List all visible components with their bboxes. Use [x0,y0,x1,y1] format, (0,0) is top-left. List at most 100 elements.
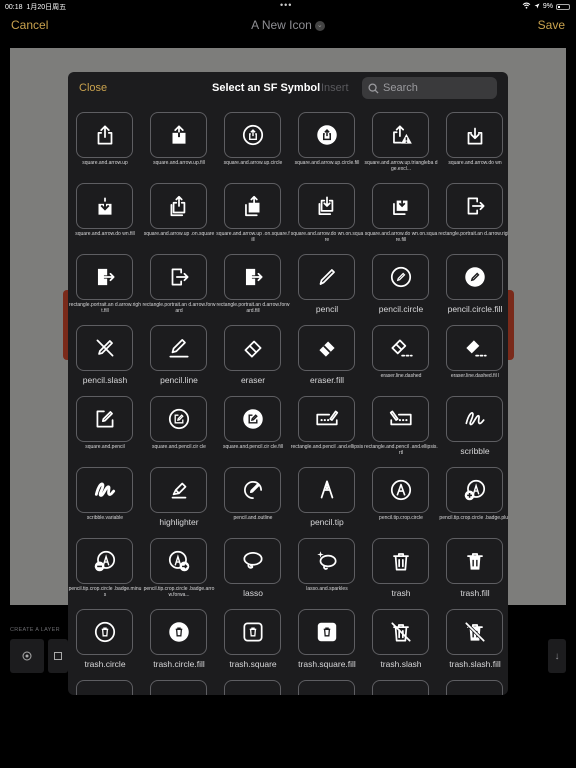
symbol-tile[interactable] [372,396,429,442]
symbol-cell[interactable]: pencil [292,254,366,325]
symbol-tile[interactable] [224,112,281,158]
symbol-cell[interactable]: square.and.arrow.up.circle [218,112,292,183]
symbol-cell[interactable]: lasso.and.sparkles [292,538,366,609]
symbol-tile[interactable] [298,609,355,655]
symbol-tile[interactable] [446,609,503,655]
symbol-cell[interactable]: rectangle.and.pencil .and.ellipsis.rtl [364,396,440,467]
symbol-cell[interactable]: square.and.pencil.cir cle.fill [218,396,292,467]
symbol-cell[interactable]: eraser.line.dashed.fil l [440,325,508,396]
symbol-cell[interactable]: square.and.pencil.cir cle [144,396,218,467]
symbol-tile[interactable] [76,396,133,442]
symbol-cell[interactable]: eraser [218,325,292,396]
symbol-cell[interactable]: square.and.pencil [70,396,144,467]
symbol-cell[interactable]: pencil.and.outline [218,467,292,538]
symbol-tile[interactable] [150,680,207,695]
symbol-tile[interactable] [372,680,429,695]
symbol-tile[interactable] [150,467,207,513]
symbol-tile[interactable] [298,396,355,442]
symbol-tile[interactable] [298,254,355,300]
symbol-tile[interactable] [224,396,281,442]
symbol-cell[interactable]: square.and.arrow.do wn.on.square.fill [365,183,440,254]
symbol-tile[interactable] [446,325,503,371]
symbol-cell[interactable]: lasso [218,538,292,609]
symbol-tile[interactable] [298,183,355,229]
arrow-down-icon[interactable]: ↓ [548,639,566,673]
symbol-tile[interactable] [224,254,281,300]
symbol-cell[interactable] [144,680,218,695]
symbol-cell[interactable]: scribble.variable [70,467,144,538]
symbol-cell[interactable]: pencil.line [144,325,218,396]
symbol-tile[interactable] [446,183,503,229]
symbol-cell[interactable]: trash.fill [440,538,508,609]
symbol-tile[interactable] [76,183,133,229]
symbol-cell[interactable]: square.and.arrow.up.circle.fill [292,112,366,183]
symbol-tile[interactable] [298,112,355,158]
symbol-cell[interactable]: square.and.arrow.do wn [440,112,508,183]
symbol-cell[interactable]: pencil.tip [292,467,366,538]
symbol-tile[interactable] [372,254,429,300]
symbol-tile[interactable] [76,680,133,695]
symbol-cell[interactable]: trash.square.fill [292,609,366,680]
symbol-cell[interactable]: square.and.arrow.do wn.on.square [291,183,366,254]
search-input[interactable] [383,82,483,94]
symbol-cell[interactable]: square.and.arrow.do wn.fill [70,183,144,254]
symbol-tile[interactable] [150,183,207,229]
symbol-tile[interactable] [224,467,281,513]
chevron-down-icon[interactable]: ⌄ [314,20,325,31]
symbol-tile[interactable] [150,538,207,584]
symbol-tile[interactable] [224,680,281,695]
symbol-tile[interactable] [372,538,429,584]
symbol-tile[interactable] [76,609,133,655]
symbol-cell[interactable]: trash.slash [366,609,440,680]
symbol-tile[interactable] [76,112,133,158]
symbol-cell[interactable]: square.and.arrow.up .on.square [144,183,218,254]
symbol-cell[interactable] [218,680,292,695]
symbol-tile[interactable] [446,112,503,158]
symbol-tile[interactable] [372,325,429,371]
symbol-tile[interactable] [224,183,281,229]
symbol-cell[interactable] [70,680,144,695]
symbol-cell[interactable]: highlighter [144,467,218,538]
multitasking-dots[interactable]: ••• [280,0,292,10]
symbol-tile[interactable] [224,538,281,584]
layer-option-button-2[interactable] [48,639,68,673]
symbol-cell[interactable]: pencil.tip.crop.circle .badge.plus [439,467,508,538]
symbol-cell[interactable]: square.and.arrow.up [70,112,144,183]
symbol-tile[interactable] [446,538,503,584]
symbol-cell[interactable]: square.and.arrow.up.triangleba dge.excl.… [364,112,440,183]
symbol-cell[interactable] [292,680,366,695]
symbol-tile[interactable] [76,538,133,584]
symbol-cell[interactable]: rectangle.portrait.an d.arrow.right.fill [69,254,144,325]
symbol-cell[interactable]: trash.circle [70,609,144,680]
symbol-tile[interactable] [372,467,429,513]
symbol-cell[interactable]: pencil.circle [366,254,440,325]
symbol-tile[interactable] [298,538,355,584]
symbol-cell[interactable]: rectangle.portrait.an d.arrow.forward.fi… [216,254,292,325]
symbol-tile[interactable] [224,325,281,371]
symbol-cell[interactable]: pencil.slash [70,325,144,396]
symbol-cell[interactable]: trash.square [218,609,292,680]
symbol-cell[interactable]: rectangle.portrait.an d.arrow.forward [142,254,218,325]
symbol-cell[interactable] [366,680,440,695]
layer-option-button[interactable] [10,639,44,673]
symbol-tile[interactable] [76,325,133,371]
symbol-cell[interactable]: pencil.circle.fill [440,254,508,325]
symbol-tile[interactable] [298,680,355,695]
symbol-cell[interactable]: rectangle.and.pencil .and.ellipsis [291,396,366,467]
symbol-tile[interactable] [150,112,207,158]
symbol-cell[interactable]: square.and.arrow.up .on.square.fill [216,183,292,254]
symbol-cell[interactable] [440,680,508,695]
save-button[interactable]: Save [538,18,565,32]
symbol-cell[interactable]: trash.slash.fill [440,609,508,680]
insert-button[interactable]: Insert [321,82,349,94]
symbol-tile[interactable] [150,609,207,655]
symbol-tile[interactable] [446,467,503,513]
symbol-cell[interactable]: scribble [440,396,508,467]
symbol-tile[interactable] [298,467,355,513]
symbol-tile[interactable] [150,325,207,371]
symbol-cell[interactable]: trash.circle.fill [144,609,218,680]
symbol-tile[interactable] [298,325,355,371]
symbol-cell[interactable]: pencil.tip.crop.circle .badge.minus [69,538,144,609]
symbol-cell[interactable]: eraser.line.dashed [366,325,440,396]
symbol-tile[interactable] [150,396,207,442]
